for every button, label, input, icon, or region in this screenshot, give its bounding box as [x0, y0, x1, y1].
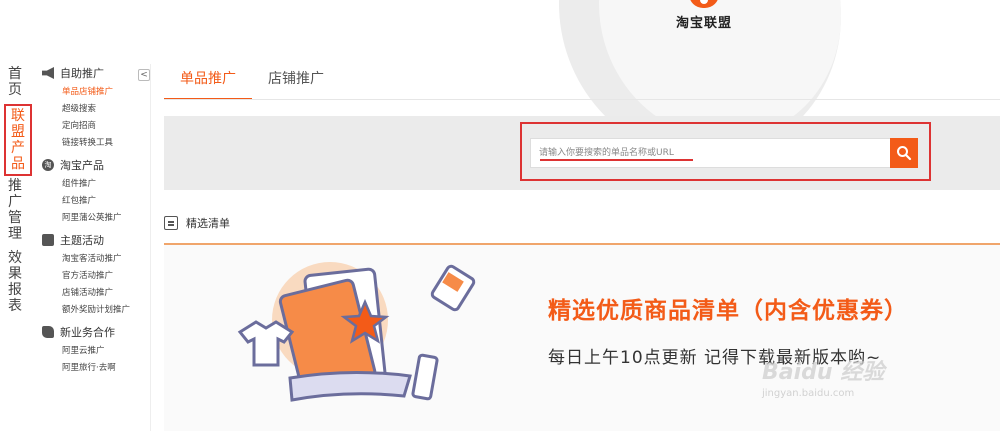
primary-nav-label: 推广管理	[8, 178, 22, 242]
tabs-divider	[164, 99, 1000, 100]
primary-nav-label: 联盟产品	[11, 108, 25, 172]
sub-nav-item-aliyun[interactable]: 阿里云推广	[42, 343, 152, 360]
nav-group-title: 新业务合作	[42, 323, 152, 341]
nav-group-title: 自助推广	[42, 64, 152, 82]
section-title: 精选清单	[186, 217, 230, 230]
sidebar-divider	[150, 64, 151, 431]
sub-nav-item-taobaoke-event[interactable]: 淘宝客活动推广	[42, 251, 152, 268]
document-icon	[42, 234, 54, 246]
primary-nav-reports[interactable]: 效果报表	[0, 248, 30, 320]
megaphone-icon	[42, 67, 54, 79]
sub-nav-item-super-search[interactable]: 超级搜索	[42, 101, 152, 118]
sub-nav-item-dandelion-promotion[interactable]: 阿里蒲公英推广	[42, 210, 152, 227]
section-header: 精选清单	[164, 215, 230, 231]
primary-nav-home[interactable]: 首页	[0, 64, 30, 104]
tab-shop[interactable]: 店铺推广	[252, 60, 340, 100]
nav-group-label: 淘宝产品	[60, 159, 104, 172]
nav-group-self-promotion: 自助推广 单品店铺推广 超级搜索 定向招商 链接转换工具	[42, 64, 152, 152]
nav-group-themed-events: 主题活动 淘宝客活动推广 官方活动推广 店铺活动推广 额外奖励计划推广	[42, 231, 152, 319]
secondary-nav: 自助推广 单品店铺推广 超级搜索 定向招商 链接转换工具 淘 淘宝产品 组件推广…	[42, 64, 152, 381]
primary-nav-label: 效果报表	[8, 250, 22, 314]
product-search-input[interactable]: 请输入你要搜索的单品名称或URL	[530, 138, 892, 168]
sub-nav-item-red-packet-promotion[interactable]: 红包推广	[42, 193, 152, 210]
placeholder-underline	[540, 159, 693, 161]
nav-group-title: 淘 淘宝产品	[42, 156, 152, 174]
search-icon	[897, 146, 912, 161]
primary-nav-label: 首页	[8, 66, 22, 98]
sub-nav-item-shop-event[interactable]: 店铺活动推广	[42, 285, 152, 302]
watermark-main: Baidu 经验	[762, 360, 885, 385]
banner-illustration	[237, 262, 476, 402]
nav-group-taobao-products: 淘 淘宝产品 组件推广 红包推广 阿里蒲公英推广	[42, 156, 152, 227]
sub-nav-item-link-converter[interactable]: 链接转换工具	[42, 135, 152, 152]
tab-single-product[interactable]: 单品推广	[164, 60, 252, 100]
promotion-tabs: 单品推广 店铺推广	[164, 60, 340, 100]
sub-nav-item-single-product-shop[interactable]: 单品店铺推广	[42, 84, 152, 101]
sub-nav-item-official-event[interactable]: 官方活动推广	[42, 268, 152, 285]
primary-nav-promotion-management[interactable]: 推广管理	[0, 176, 30, 248]
nav-group-new-business: 新业务合作 阿里云推广 阿里旅行·去啊	[42, 323, 152, 377]
list-icon	[164, 216, 178, 230]
watermark-url: jingyan.baidu.com	[762, 388, 855, 399]
sub-nav-item-widget-promotion[interactable]: 组件推广	[42, 176, 152, 193]
banner-title: 精选优质商品清单（内含优惠券）	[548, 298, 908, 324]
nav-group-label: 自助推广	[60, 67, 104, 80]
brand-logo[interactable]: 淘宝联盟	[664, 0, 744, 31]
brand-mark-icon	[689, 0, 719, 8]
watermark: Baidu 经验 jingyan.baidu.com	[762, 354, 884, 399]
collapse-sidebar-button[interactable]: <	[138, 69, 150, 81]
sub-nav-item-targeted-recruitment[interactable]: 定向招商	[42, 118, 152, 135]
sub-nav-item-bonus-plan[interactable]: 额外奖励计划推广	[42, 302, 152, 319]
taobao-icon: 淘	[42, 159, 54, 171]
primary-nav-products[interactable]: 联盟产品	[4, 104, 32, 176]
nav-group-label: 主题活动	[60, 234, 104, 247]
search-button[interactable]	[890, 138, 918, 168]
puzzle-icon	[42, 326, 54, 338]
sub-nav-item-alitrip[interactable]: 阿里旅行·去啊	[42, 360, 152, 377]
brand-name: 淘宝联盟	[675, 16, 732, 31]
page: 淘宝联盟 首页 联盟产品 推广管理 效果报表 自助推广 单品店铺推广 超级搜索 …	[0, 0, 1000, 431]
nav-group-label: 新业务合作	[60, 326, 115, 339]
primary-nav: 首页 联盟产品 推广管理 效果报表	[0, 64, 32, 320]
nav-group-title: 主题活动	[42, 231, 152, 249]
